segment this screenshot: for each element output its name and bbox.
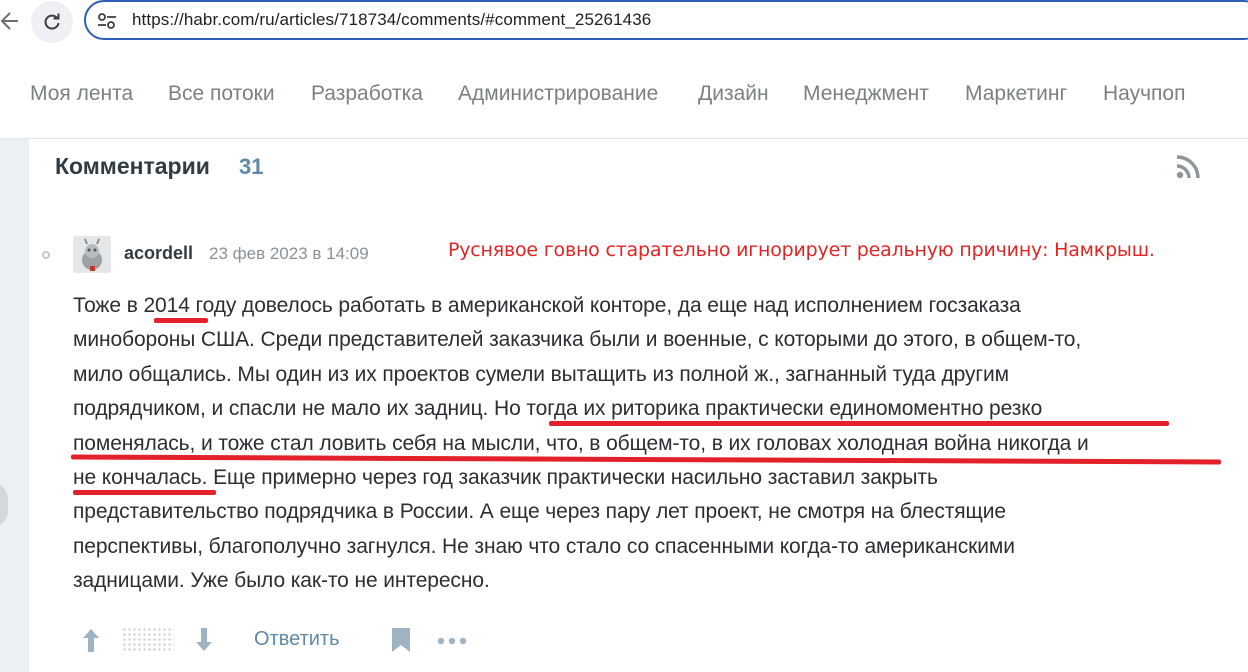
top-navigation: Моя лента Все потоки Разработка Админист… — [0, 50, 1248, 139]
comment-date[interactable]: 23 фев 2023 в 14:09 — [209, 244, 369, 264]
nav-item-management[interactable]: Менеджмент — [803, 82, 929, 106]
thread-marker[interactable] — [42, 251, 50, 259]
rss-icon[interactable] — [1175, 154, 1201, 180]
comment-line: перспективы, благополучно загнулся. Не з… — [73, 534, 1015, 558]
vote-down-icon[interactable] — [193, 626, 215, 654]
comment-line: мило общались. Мы один из их проектов су… — [73, 362, 1009, 386]
comments-count: 31 — [239, 154, 264, 179]
comments-heading: Комментарии — [55, 153, 210, 179]
more-options-icon[interactable] — [436, 636, 468, 646]
left-gutter — [0, 139, 29, 672]
nav-item-all-streams[interactable]: Все потоки — [168, 82, 275, 106]
reload-icon — [44, 13, 60, 30]
site-info-icon[interactable] — [96, 11, 118, 31]
red-underline-line6 — [73, 490, 216, 495]
reply-button[interactable]: Ответить — [254, 628, 340, 651]
comment-author[interactable]: acordell — [124, 243, 193, 264]
comment-line: Тоже в 2014 году довелось работать в аме… — [73, 294, 1021, 317]
vote-score-hidden — [122, 627, 174, 653]
comment-line: не кончалась. Еще примерно через год зак… — [73, 466, 938, 490]
comment-line: задницами. Уже было как-то не интересно. — [73, 569, 490, 593]
nav-item-design[interactable]: Дизайн — [698, 82, 769, 106]
red-annotation-text: Руснявое говно старательно игнорирует ре… — [448, 239, 1155, 261]
url-text: https://habr.com/ru/articles/718734/comm… — [132, 10, 652, 29]
browser-toolbar: https://habr.com/ru/articles/718734/comm… — [0, 0, 1248, 50]
red-underline-2014 — [154, 318, 208, 323]
back-arrow-icon[interactable] — [0, 9, 18, 33]
reload-button[interactable] — [31, 1, 73, 43]
vote-up-icon[interactable] — [80, 626, 102, 654]
bookmark-icon[interactable] — [390, 627, 412, 653]
comment-line: представительство подрядчика в России. А… — [73, 500, 1006, 524]
avatar[interactable] — [73, 236, 111, 273]
nav-item-popsci[interactable]: Научпоп — [1103, 82, 1185, 106]
nav-item-marketing[interactable]: Маркетинг — [965, 82, 1067, 106]
nav-item-development[interactable]: Разработка — [311, 82, 423, 106]
address-bar[interactable]: https://habr.com/ru/articles/718734/comm… — [84, 0, 1248, 40]
comment-line: минобороны США. Среди представителей зак… — [73, 328, 1082, 352]
comment-text: Тоже в 2014 году довелось работать в аме… — [73, 289, 1233, 599]
nav-item-my-feed[interactable]: Моя лента — [30, 82, 133, 106]
red-underline-line4 — [549, 421, 1169, 426]
nav-item-administration[interactable]: Администрирование — [458, 82, 658, 106]
